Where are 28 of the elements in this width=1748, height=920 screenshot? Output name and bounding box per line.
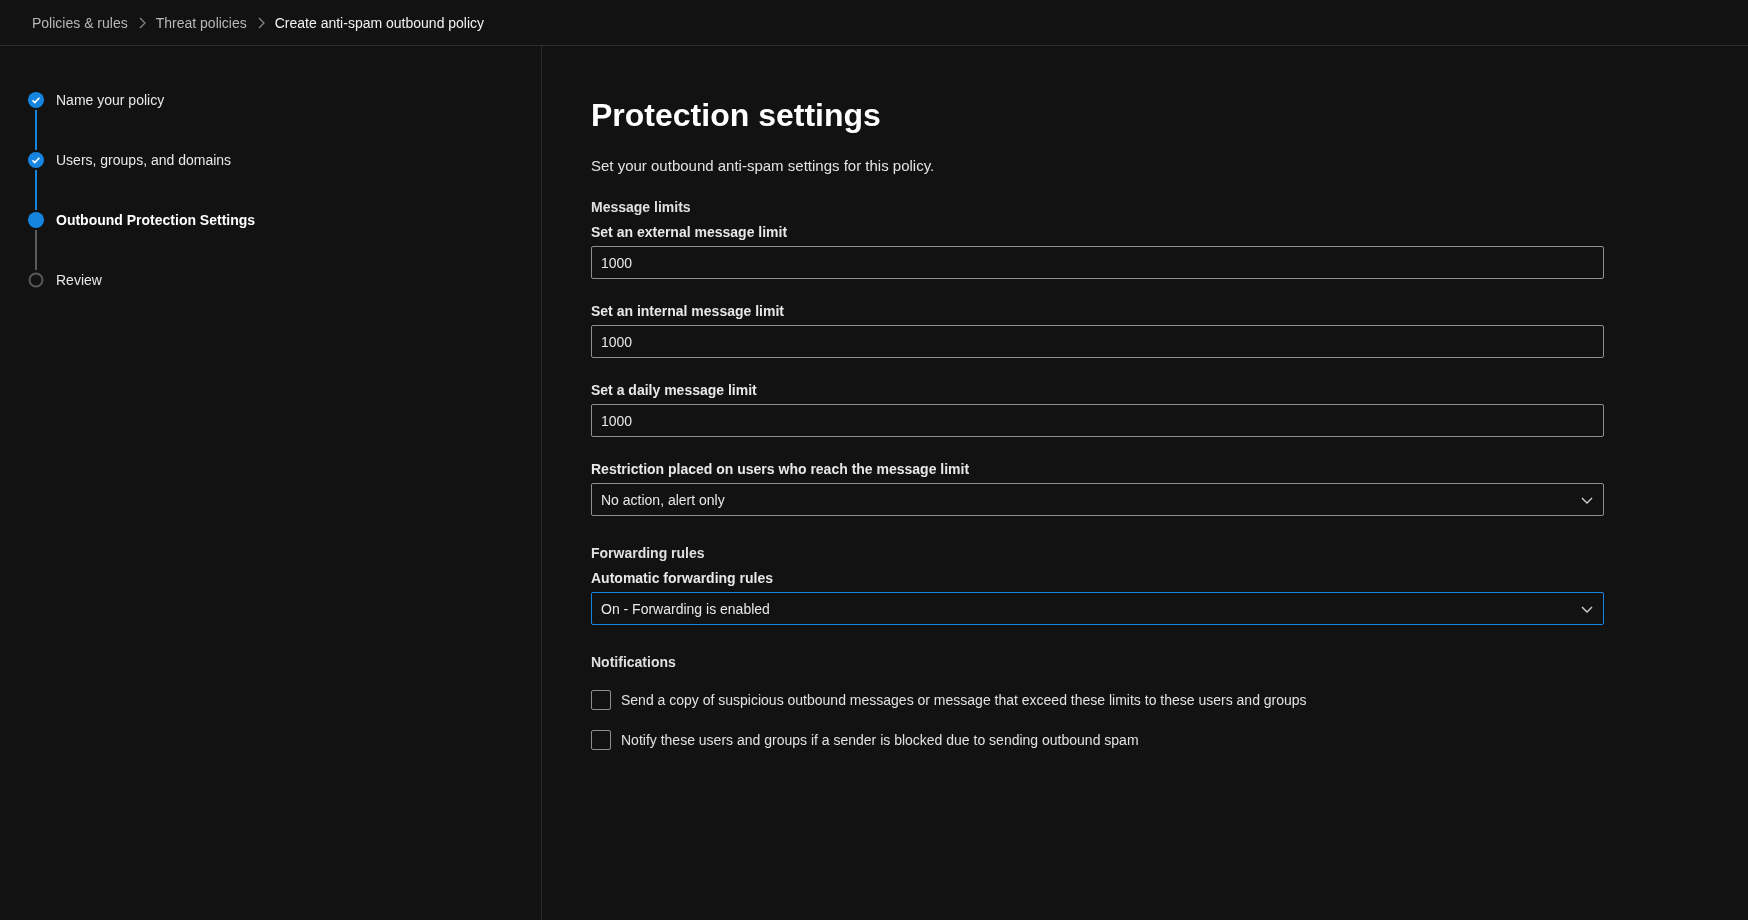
step-label[interactable]: Name your policy [56,92,165,108]
section-heading: Notifications [591,654,676,670]
breadcrumb-link[interactable]: Create anti-spam outbound policy [274,14,485,31]
breadcrumb-link[interactable]: Threat policies [155,14,247,31]
chevron-right-icon [256,16,265,29]
breadcrumb-link[interactable]: Policies & rules [32,14,128,31]
number-input-field[interactable]: 1000 [591,246,1604,279]
number-input-field[interactable]: 1000 [591,325,1604,358]
number-input-field[interactable]: 1000 [591,404,1604,437]
step-label[interactable]: Users, groups, and domains [56,152,232,168]
chevron-right-icon [137,16,146,29]
field-label: Set a daily message limit [591,382,757,398]
step-label[interactable]: Outbound Protection Settings [56,212,256,228]
step-label[interactable]: Review [56,272,102,288]
checkbox-label: Send a copy of suspicious outbound messages or message that exceed these limits to these users and groups [621,692,1307,708]
section-heading: Message limits [591,199,691,215]
page-title: Protection settings [591,96,881,134]
field-label: Set an external message limit [591,224,788,240]
checkbox[interactable] [591,690,611,710]
checkbox[interactable] [591,730,611,750]
dropdown[interactable]: On - Forwarding is enabled [591,592,1604,625]
section-heading: Forwarding rules [591,545,705,561]
field-label: Automatic forwarding rules [591,570,774,586]
page-description: Set your outbound anti-spam settings for this policy. [591,157,935,174]
dropdown[interactable]: No action, alert only [591,483,1604,516]
field-label: Restriction placed on users who reach the message limit [591,461,970,477]
checkbox-label: Notify these users and groups if a sender is blocked due to sending outbound spam [621,732,1139,748]
field-label: Set an internal message limit [591,303,784,319]
